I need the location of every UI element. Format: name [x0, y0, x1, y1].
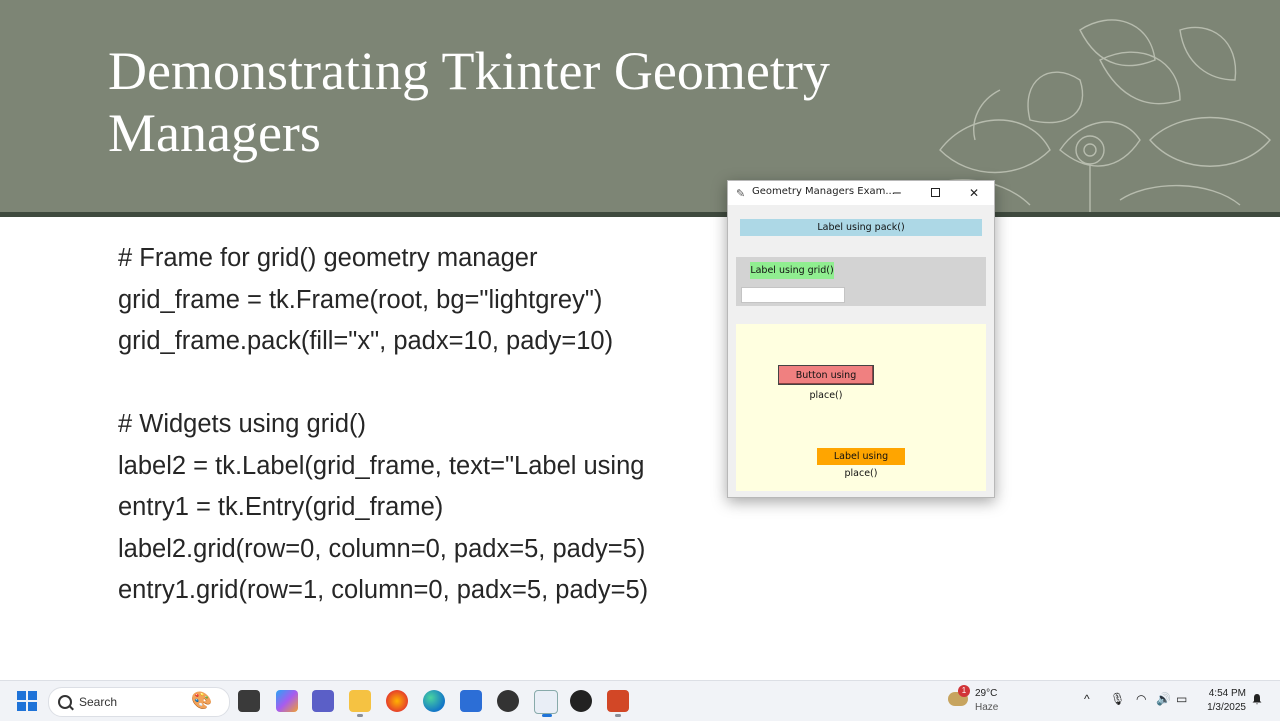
maximize-icon	[930, 188, 940, 197]
firefox-icon[interactable]	[386, 690, 408, 712]
start-button[interactable]	[17, 691, 37, 711]
notification-bell-icon[interactable]	[1251, 693, 1263, 705]
title-banner: Demonstrating Tkinter Geometry Managers	[0, 0, 1280, 212]
notification-badge: 1	[958, 685, 970, 697]
windows-logo-icon	[28, 702, 37, 711]
grid-frame: Label using grid()	[736, 257, 986, 306]
code-line: label2.grid(row=0, column=0, padx=5, pad…	[118, 534, 646, 563]
tk-window: ✎ Geometry Managers Exam... ─ ✕ Label us…	[727, 180, 995, 498]
notepad-icon[interactable]	[534, 690, 558, 714]
grid-label: Label using grid()	[750, 262, 834, 279]
powerpoint-icon[interactable]	[607, 690, 629, 712]
system-clock[interactable]: 4:54 PM 1/3/2025	[1198, 687, 1246, 715]
presentation-slide: Demonstrating Tkinter Geometry Managers …	[0, 0, 1280, 680]
search-placeholder: Search	[79, 695, 118, 709]
code-line: entry1.grid(row=1, column=0, padx=5, pad…	[118, 576, 649, 604]
search-icon	[58, 695, 72, 709]
window-title: Geometry Managers Exam...	[752, 186, 895, 197]
pack-label: Label using pack()	[740, 219, 982, 236]
search-highlight-icon: 🎨	[191, 691, 213, 710]
windows-logo-icon	[28, 691, 37, 700]
task-view-icon[interactable]	[238, 690, 260, 712]
edge-icon[interactable]	[423, 690, 445, 712]
windows-logo-icon	[17, 702, 26, 711]
minimize-button[interactable]: ─	[884, 184, 910, 202]
clock-time: 4:54 PM	[1208, 688, 1246, 699]
battery-icon[interactable]: ▭	[1176, 692, 1187, 706]
taskbar: Search 🎨 1 29°C Haze ^ 🎙 ◠ 🔊 ▭ 4:54 PM 1…	[0, 680, 1280, 721]
microphone-icon[interactable]: 🎙	[1110, 692, 1125, 706]
place-button[interactable]: Button using place()	[778, 365, 874, 401]
weather-temperature: 29°C	[975, 688, 998, 699]
maximize-button[interactable]	[922, 184, 948, 202]
clock-date: 1/3/2025	[1207, 702, 1246, 713]
feather-icon: ✎	[736, 187, 746, 200]
volume-icon[interactable]: 🔊	[1156, 692, 1171, 706]
obs-icon[interactable]	[497, 690, 519, 712]
taskbar-search[interactable]: Search 🎨	[48, 687, 230, 717]
weather-condition: Haze	[975, 702, 999, 713]
windows-logo-icon	[17, 691, 26, 700]
wifi-icon[interactable]: ◠	[1136, 692, 1146, 706]
banner-divider	[0, 212, 1280, 217]
window-titlebar[interactable]: ✎ Geometry Managers Exam... ─ ✕	[728, 181, 994, 205]
place-frame: Button using place() Label using place()	[736, 324, 986, 491]
running-indicator	[357, 714, 363, 717]
copilot-icon[interactable]	[276, 690, 298, 712]
folder-icon[interactable]	[349, 690, 371, 712]
store-icon[interactable]	[460, 690, 482, 712]
running-indicator	[615, 714, 621, 717]
media-player-icon[interactable]	[570, 690, 592, 712]
tray-overflow-chevron[interactable]: ^	[1084, 692, 1090, 706]
close-button[interactable]: ✕	[961, 184, 987, 202]
slide-title: Demonstrating Tkinter Geometry Managers	[108, 41, 830, 163]
place-label: Label using place()	[817, 448, 905, 479]
grid-entry[interactable]	[741, 287, 845, 303]
teams-icon[interactable]	[312, 690, 334, 712]
active-indicator	[542, 714, 552, 717]
